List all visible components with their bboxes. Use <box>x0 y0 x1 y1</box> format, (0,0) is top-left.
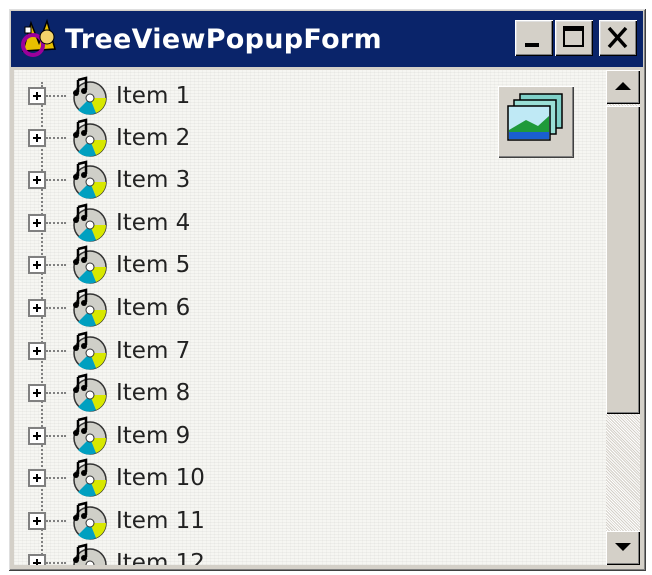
tree-item[interactable]: Item 4 <box>28 203 190 243</box>
tree-item-label: Item 2 <box>116 125 191 151</box>
cd-music-icon <box>73 416 107 455</box>
tree-item-label: Item 10 <box>116 465 205 491</box>
plus-expander-icon[interactable] <box>28 384 46 402</box>
maximize-icon <box>563 26 584 47</box>
title-bar[interactable]: TreeViewPopupForm <box>11 11 643 67</box>
tree-branch-line <box>46 520 66 522</box>
plus-expander-icon[interactable] <box>28 256 46 274</box>
tree-branch-line <box>46 562 66 564</box>
tree-item-label: Item 9 <box>116 423 191 449</box>
tree-item[interactable]: Item 2 <box>28 118 190 158</box>
tree-item-label: Item 8 <box>116 380 191 406</box>
cd-music-icon <box>73 458 107 497</box>
tree-item[interactable]: Item 10 <box>28 458 205 498</box>
cd-music-icon <box>73 160 107 199</box>
tree-item-label: Item 1 <box>116 83 191 109</box>
tree-item[interactable]: Item 9 <box>28 416 190 456</box>
plus-expander-icon[interactable] <box>28 554 46 565</box>
tree-branch-line <box>46 222 66 224</box>
cd-music-icon <box>73 245 107 284</box>
tree-item[interactable]: Item 6 <box>28 288 190 328</box>
scroll-down-button[interactable] <box>606 531 640 565</box>
tree-branch-line <box>46 264 66 266</box>
tree-branch-line <box>46 392 66 394</box>
tree-item-label: Item 7 <box>116 338 191 364</box>
tree-item-label: Item 11 <box>116 508 205 534</box>
minimize-icon <box>525 43 539 47</box>
cd-music-icon <box>73 501 107 540</box>
tree-item-label: Item 5 <box>116 252 191 278</box>
plus-expander-icon[interactable] <box>28 469 46 487</box>
client-area: Item 1 Item 2 Item 3 Item 4 Item 5 Item … <box>14 70 640 565</box>
cd-music-icon <box>73 331 107 370</box>
minimize-button[interactable] <box>515 20 553 56</box>
cd-music-icon <box>73 203 107 242</box>
close-icon <box>607 26 628 49</box>
close-button[interactable] <box>599 20 637 56</box>
cd-music-icon <box>73 76 107 115</box>
tree-branch-line <box>46 477 66 479</box>
plus-expander-icon[interactable] <box>28 87 46 105</box>
tree-item-label: Item 6 <box>116 295 191 321</box>
tree-item-label: Item 12 <box>116 550 205 565</box>
plus-expander-icon[interactable] <box>28 512 46 530</box>
plus-expander-icon[interactable] <box>28 129 46 147</box>
cd-music-icon <box>73 373 107 412</box>
tree-item[interactable]: Item 5 <box>28 245 190 285</box>
window-title: TreeViewPopupForm <box>65 23 382 55</box>
cd-music-icon <box>73 118 107 157</box>
scroll-up-arrow-icon <box>615 82 631 90</box>
tree-branch-line <box>46 137 66 139</box>
tree-item[interactable]: Item 8 <box>28 373 190 413</box>
title-bar-buttons <box>515 20 637 56</box>
vertical-scrollbar[interactable] <box>606 70 640 565</box>
tree-branch-line <box>46 95 66 97</box>
tree-item[interactable]: Item 3 <box>28 160 190 200</box>
tree-branch-line <box>46 350 66 352</box>
scrollbar-thumb[interactable] <box>606 106 640 414</box>
plus-expander-icon[interactable] <box>28 299 46 317</box>
tree-view[interactable]: Item 1 Item 2 Item 3 Item 4 Item 5 Item … <box>14 70 606 565</box>
tree-branch-line <box>46 435 66 437</box>
tree-item-label: Item 3 <box>116 167 191 193</box>
plus-expander-icon[interactable] <box>28 214 46 232</box>
tree-item[interactable]: Item 7 <box>28 331 190 371</box>
tree-item-label: Item 4 <box>116 210 191 236</box>
picture-stack-icon <box>507 93 563 141</box>
tree-branch-line <box>46 179 66 181</box>
scroll-down-arrow-icon <box>615 543 631 551</box>
picture-popup-button[interactable] <box>498 86 574 158</box>
app-icon <box>17 17 61 61</box>
maximize-button[interactable] <box>555 20 593 56</box>
tree-item[interactable]: Item 1 <box>28 76 190 116</box>
cd-music-icon <box>73 288 107 327</box>
tree-view-popup-window: TreeViewPopupForm Item 1 Item 2 Item 3 I… <box>8 8 646 571</box>
scroll-up-button[interactable] <box>606 70 640 104</box>
plus-expander-icon[interactable] <box>28 342 46 360</box>
tree-item[interactable]: Item 11 <box>28 501 205 541</box>
tree-item[interactable]: Item 12 <box>28 543 205 565</box>
plus-expander-icon[interactable] <box>28 427 46 445</box>
plus-expander-icon[interactable] <box>28 171 46 189</box>
cd-music-icon <box>73 543 107 565</box>
tree-branch-line <box>46 307 66 309</box>
